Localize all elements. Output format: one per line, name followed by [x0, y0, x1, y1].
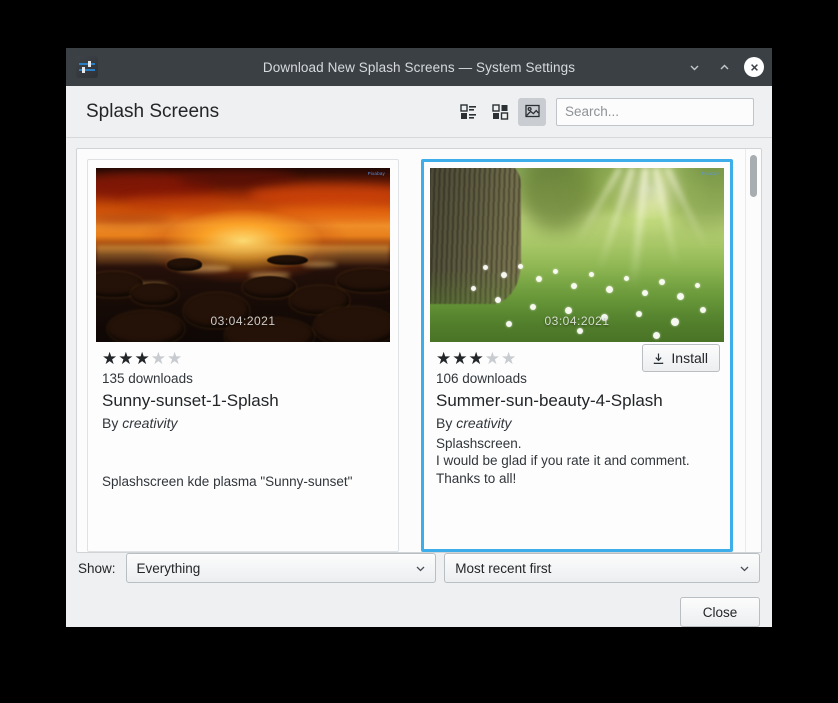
list-item[interactable]: 03:04:2021 Pixabay ★★★★★ 106 downloads S…	[421, 159, 733, 552]
list-view-icon[interactable]	[454, 98, 482, 126]
image-preview-icon[interactable]	[518, 98, 546, 126]
maximize-button[interactable]	[714, 57, 734, 77]
dialog-actions: Close	[78, 583, 760, 627]
item-title: Summer-sun-beauty-4-Splash	[436, 391, 718, 411]
sort-order-value: Most recent first	[455, 561, 730, 576]
chevron-down-icon	[414, 562, 427, 575]
sunset-artwork: 03:04:2021 Pixabay	[96, 168, 390, 342]
preview-clock: 03:04:2021	[430, 314, 724, 328]
filter-row: Show: Everything Most recent first	[78, 553, 760, 583]
item-author: By creativity	[436, 415, 718, 431]
content-area: 03:04:2021 Pixabay ★★★★★ 135 downloads S…	[66, 138, 772, 541]
item-meta: ★★★★★ 106 downloads Summer-sun-beauty-4-…	[430, 342, 724, 549]
rating-stars[interactable]: ★★★★★	[102, 350, 384, 367]
author-prefix: By	[102, 415, 122, 431]
search-input[interactable]	[556, 98, 754, 126]
item-preview-image: 03:04:2021 Pixabay	[430, 168, 724, 342]
show-label: Show:	[78, 561, 116, 576]
items-list: 03:04:2021 Pixabay ★★★★★ 135 downloads S…	[77, 149, 745, 552]
item-author: By creativity	[102, 415, 384, 431]
author-name: creativity	[456, 415, 511, 431]
window-title: Download New Splash Screens — System Set…	[66, 60, 772, 75]
minimize-button[interactable]	[684, 57, 704, 77]
screen: Download New Splash Screens — System Set…	[0, 0, 838, 703]
meadow-artwork: 03:04:2021 Pixabay	[430, 168, 724, 342]
sort-order-dropdown[interactable]: Most recent first	[444, 553, 760, 583]
item-summary: Splashscreen kde plasma "Sunny-sunset"	[102, 473, 384, 490]
item-summary: Splashscreen. I would be glad if you rat…	[436, 435, 718, 487]
page-header: Splash Screens	[66, 86, 772, 138]
show-filter-value: Everything	[137, 561, 407, 576]
item-meta: ★★★★★ 135 downloads Sunny-sunset-1-Splas…	[96, 342, 390, 551]
items-frame: 03:04:2021 Pixabay ★★★★★ 135 downloads S…	[76, 148, 762, 553]
install-button-label: Install	[671, 350, 708, 366]
footer-area: Show: Everything Most recent first	[66, 541, 772, 627]
close-button[interactable]: Close	[680, 597, 760, 627]
download-new-splash-screens-window: Download New Splash Screens — System Set…	[66, 48, 772, 627]
preview-watermark: Pixabay	[368, 171, 385, 176]
item-preview-image: 03:04:2021 Pixabay	[96, 168, 390, 342]
grid-view-icon[interactable]	[486, 98, 514, 126]
window-titlebar: Download New Splash Screens — System Set…	[66, 48, 772, 86]
settings-sliders-icon	[76, 56, 98, 78]
download-icon	[652, 352, 665, 365]
scrollbar-thumb[interactable]	[750, 155, 757, 197]
show-filter-dropdown[interactable]: Everything	[126, 553, 437, 583]
author-prefix: By	[436, 415, 456, 431]
preview-watermark: Pixabay	[702, 171, 719, 176]
list-item[interactable]: 03:04:2021 Pixabay ★★★★★ 135 downloads S…	[87, 159, 399, 552]
chevron-down-icon	[738, 562, 751, 575]
download-count: 106 downloads	[436, 371, 718, 386]
download-count: 135 downloads	[102, 371, 384, 386]
preview-clock: 03:04:2021	[96, 314, 390, 328]
install-button[interactable]: Install	[642, 344, 720, 372]
close-icon[interactable]	[744, 57, 764, 77]
item-title: Sunny-sunset-1-Splash	[102, 391, 384, 411]
page-title: Splash Screens	[86, 101, 219, 123]
vertical-scrollbar[interactable]	[745, 149, 761, 552]
author-name: creativity	[122, 415, 177, 431]
window-controls	[684, 57, 764, 77]
view-mode-group	[454, 98, 546, 126]
